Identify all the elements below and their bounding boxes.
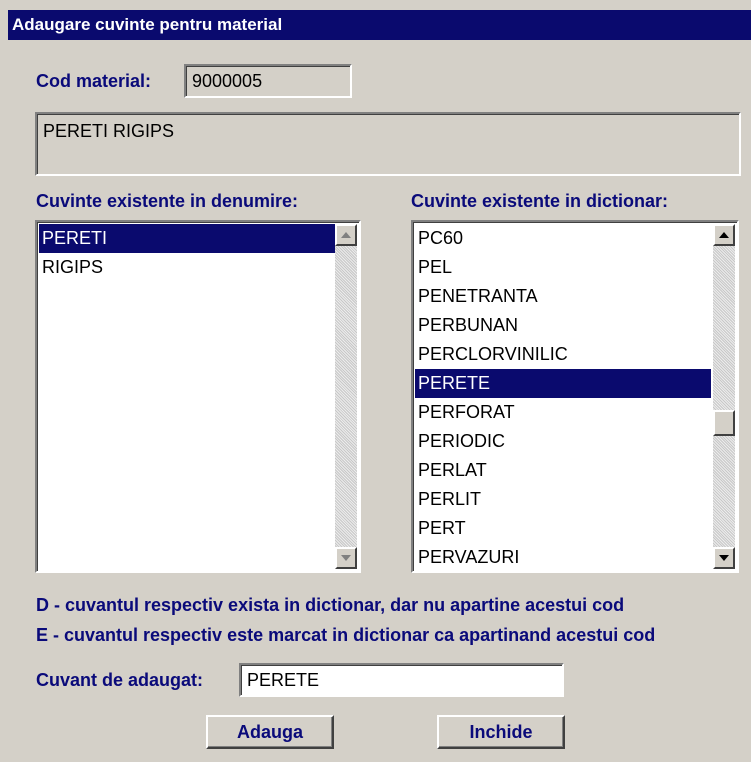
list-item[interactable]: PERIODIC <box>415 427 711 456</box>
add-button-label: Adauga <box>236 722 303 742</box>
cuvant-value: PERETE <box>247 670 320 690</box>
right-scroll-down-button[interactable] <box>713 547 735 569</box>
cod-material-value: 9000005 <box>192 71 263 91</box>
list-item[interactable]: RIGIPS <box>39 253 335 282</box>
list-item[interactable]: PERFORAT <box>415 398 711 427</box>
close-button[interactable]: Inchide <box>437 715 565 749</box>
window-title: Adaugare cuvinte pentru material <box>12 15 283 34</box>
window-title-bar: Adaugare cuvinte pentru material <box>8 10 751 40</box>
down-arrow-icon <box>719 555 729 561</box>
list-item[interactable]: PERETE <box>415 369 711 398</box>
left-list-label: Cuvinte existente in denumire: <box>36 191 299 211</box>
list-item[interactable]: PERLIT <box>415 485 711 514</box>
right-list-scrollbar[interactable] <box>713 224 735 569</box>
words-in-name-list[interactable]: PERETI RIGIPS <box>35 220 361 573</box>
cod-material-label: Cod material: <box>36 71 152 91</box>
denumire-value: PERETI RIGIPS <box>43 121 175 141</box>
list-item[interactable]: PC60 <box>415 224 711 253</box>
legend-e: E - cuvantul respectiv este marcat in di… <box>36 625 656 645</box>
list-item[interactable]: PEL <box>415 253 711 282</box>
right-list-label: Cuvinte existente in dictionar: <box>411 191 669 211</box>
cuvant-label: Cuvant de adaugat: <box>36 670 204 690</box>
down-arrow-icon <box>341 555 351 561</box>
list-item[interactable]: PERBUNAN <box>415 311 711 340</box>
up-arrow-icon <box>341 232 351 238</box>
list-item[interactable]: PENETRANTA <box>415 282 711 311</box>
list-item[interactable]: PERT <box>415 514 711 543</box>
close-button-label: Inchide <box>469 722 533 742</box>
add-button[interactable]: Adauga <box>206 715 334 749</box>
list-item[interactable]: PERLAT <box>415 456 711 485</box>
right-scroll-up-button[interactable] <box>713 224 735 246</box>
cod-material-field[interactable]: 9000005 <box>184 64 352 98</box>
list-item[interactable]: PERETI <box>39 224 335 253</box>
up-arrow-icon <box>719 232 729 238</box>
list-item[interactable]: PERVAZURI <box>415 543 711 571</box>
left-list-scrollbar[interactable] <box>335 224 357 569</box>
legend-d: D - cuvantul respectiv exista in diction… <box>36 595 625 615</box>
denumire-field[interactable]: PERETI RIGIPS <box>35 112 741 176</box>
right-scroll-thumb[interactable] <box>713 410 735 436</box>
list-item[interactable]: PERCLORVINILIC <box>415 340 711 369</box>
left-scroll-up-button[interactable] <box>335 224 357 246</box>
dictionary-words-list[interactable]: PC60 PEL PENETRANTA PERBUNAN PERCLORVINI… <box>411 220 739 573</box>
cuvant-input[interactable]: PERETE <box>239 663 564 697</box>
left-scroll-down-button[interactable] <box>335 547 357 569</box>
